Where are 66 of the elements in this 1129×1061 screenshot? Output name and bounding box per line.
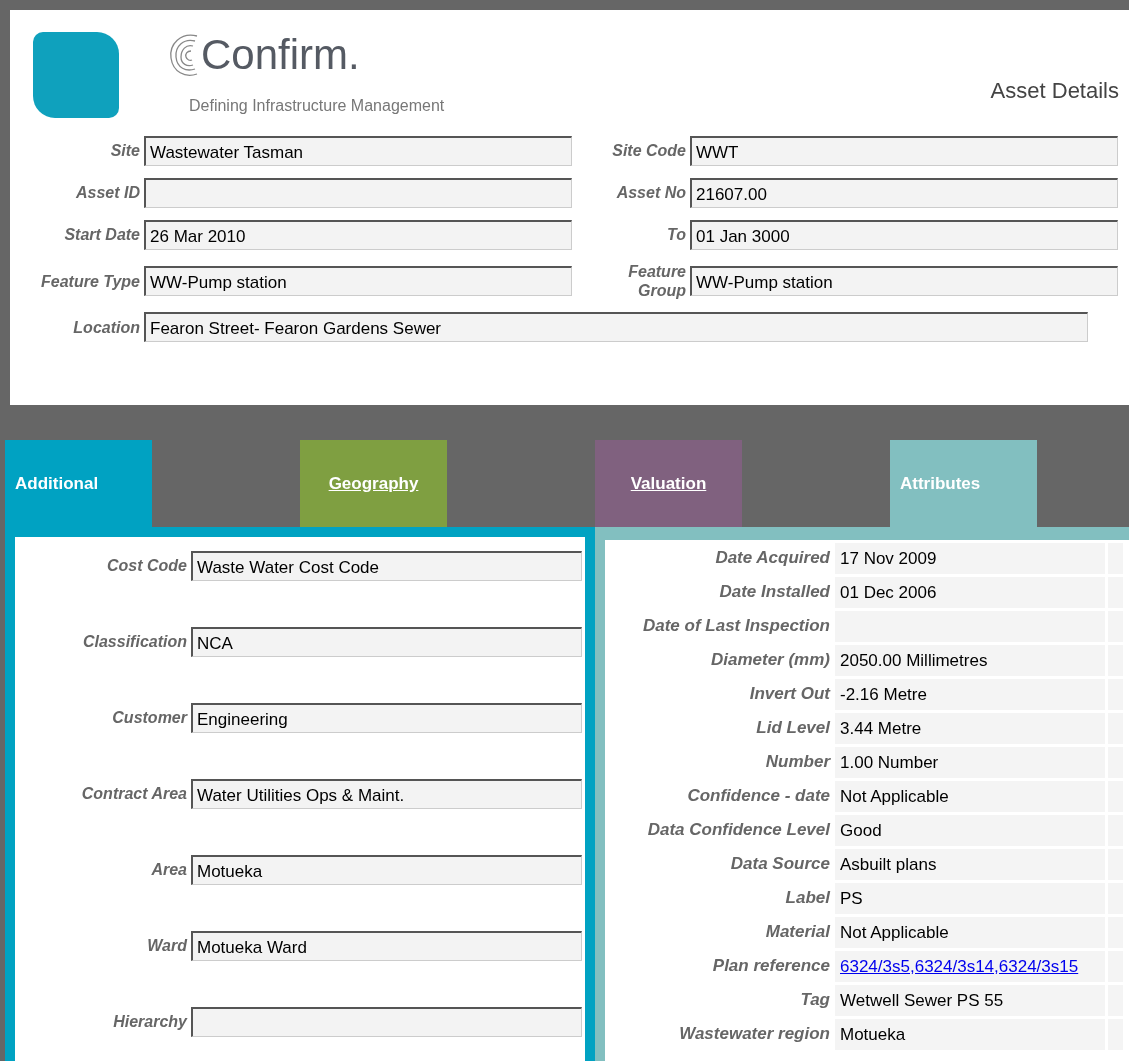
attribute-label: Wastewater region <box>678 1023 831 1046</box>
input-field[interactable] <box>144 178 572 208</box>
field-label: Site Code <box>611 141 686 161</box>
field-label: Feature Type <box>40 271 140 291</box>
input-field[interactable]: 26 Mar 2010 <box>144 220 572 250</box>
attribute-value: 01 Dec 2006 <box>835 577 1105 608</box>
input-field[interactable]: NCA <box>191 627 582 657</box>
brand-name: Confirm. <box>201 34 360 76</box>
plan-reference-link[interactable]: 6324/3s5,6324/3s14,6324/3s15 <box>840 956 1079 976</box>
field-label: Ward <box>146 936 187 956</box>
tab[interactable]: Valuation <box>595 440 742 527</box>
attribute-label: Tag <box>799 989 831 1012</box>
attribute-value: Good <box>835 815 1105 846</box>
attribute-label: Label <box>784 887 832 910</box>
attribute-value: 17 Nov 2009 <box>835 543 1105 574</box>
field-label: Start Date <box>63 225 140 245</box>
input-field[interactable]: Motueka Ward <box>191 931 582 961</box>
input-field[interactable]: Wastewater Tasman <box>144 136 572 166</box>
attribute-value: Wetwell Sewer PS 55 <box>835 985 1105 1016</box>
field-label: Classification <box>81 632 187 652</box>
attribute-label: Material <box>764 921 832 944</box>
attribute-label: Data Source <box>729 853 831 876</box>
attribute-value: -2.16 Metre <box>835 679 1105 710</box>
input-field[interactable]: WW-Pump station <box>144 266 572 297</box>
attribute-label: Lid Level <box>755 717 832 740</box>
tagline: Defining Infrastructure Management <box>189 96 445 116</box>
field-label: Asset No <box>615 183 686 203</box>
input-field[interactable]: Water Utilities Ops & Maint. <box>191 779 582 809</box>
attribute-label: Number <box>764 751 832 774</box>
attribute-value: Asbuilt plans <box>835 849 1105 880</box>
attribute-label: Invert Out <box>748 683 832 706</box>
field-label: To <box>666 225 686 245</box>
attribute-value: Motueka <box>835 1019 1105 1050</box>
field-label: Location <box>72 317 140 337</box>
attribute-value: Not Applicable <box>835 917 1105 948</box>
input-field[interactable]: Motueka <box>191 855 582 885</box>
input-field[interactable]: Waste Water Cost Code <box>191 551 582 581</box>
field-label: Area <box>150 860 187 880</box>
logo-icon <box>33 32 119 118</box>
field-label: Cost Code <box>106 556 187 576</box>
input-field[interactable]: WW-Pump station <box>690 266 1118 297</box>
attribute-value: 1.00 Number <box>835 747 1105 778</box>
attribute-label: Date Installed <box>718 581 831 604</box>
attribute-label: Plan reference <box>711 955 831 978</box>
input-field[interactable]: 01 Jan 3000 <box>690 220 1118 250</box>
field-label: Contract Area <box>80 784 187 804</box>
attribute-label: Data Confidence Level <box>646 819 832 842</box>
field-label: Hierarchy <box>112 1012 187 1032</box>
field-label: Customer <box>111 708 187 728</box>
field-label: Site <box>109 141 140 161</box>
input-field[interactable] <box>191 1007 582 1037</box>
attribute-label: Diameter (mm) <box>709 649 831 672</box>
field-label: Asset ID <box>74 183 140 203</box>
attribute-value: 3.44 Metre <box>835 713 1105 744</box>
input-field[interactable]: WWT <box>690 136 1118 166</box>
input-field[interactable]: 21607.00 <box>690 178 1118 208</box>
input-field[interactable]: Fearon Street- Fearon Gardens Sewer <box>144 312 1088 343</box>
attribute-label: Confidence - date <box>686 785 831 808</box>
attribute-label: Date Acquired <box>714 547 831 570</box>
attribute-value: Not Applicable <box>835 781 1105 812</box>
attribute-value: PS <box>835 883 1105 914</box>
attribute-label: Date of Last Inspection <box>641 615 831 638</box>
page-title: Asset Details <box>990 77 1119 105</box>
attribute-value: 2050.00 Millimetres <box>835 645 1105 676</box>
field-label: Feature Group <box>627 262 686 301</box>
input-field[interactable]: Engineering <box>191 703 582 733</box>
